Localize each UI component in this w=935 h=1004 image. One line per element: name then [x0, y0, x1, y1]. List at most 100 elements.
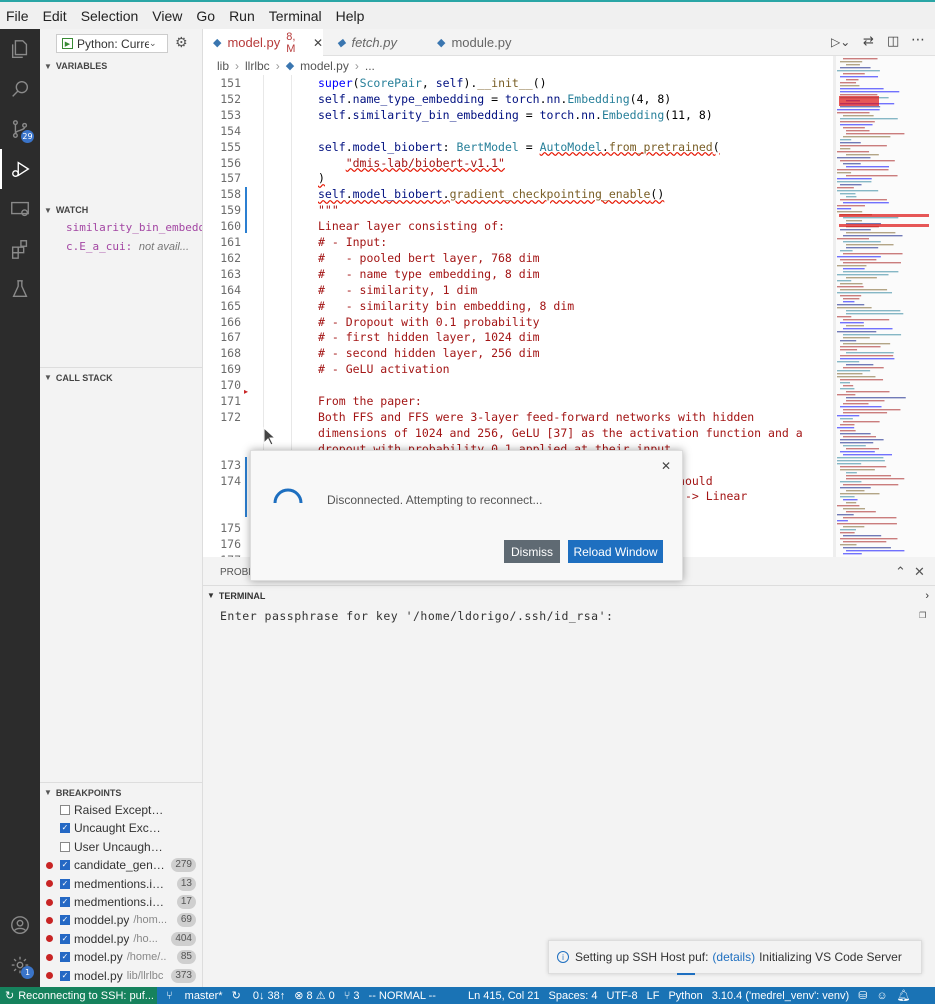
- watch-expression[interactable]: c.E_a_cui: not avail...: [66, 240, 202, 253]
- chevron-right-icon[interactable]: ›: [925, 590, 929, 602]
- menu-run[interactable]: Run: [229, 8, 255, 24]
- settings-gear-icon[interactable]: 1: [0, 945, 40, 985]
- code-line[interactable]: ): [318, 171, 325, 185]
- breakpoint-item[interactable]: ✓ candidate_gene... 279: [40, 856, 203, 874]
- menu-terminal[interactable]: Terminal: [269, 8, 322, 24]
- details-link[interactable]: (details): [712, 950, 755, 964]
- watch-section-header[interactable]: ▼ WATCH: [40, 200, 203, 220]
- split-editor-icon[interactable]: ◫: [887, 34, 899, 49]
- eol[interactable]: LF: [647, 990, 660, 1002]
- terminal[interactable]: Enter passphrase for key '/home/ldorigo/…: [203, 605, 935, 987]
- account-icon[interactable]: [0, 905, 40, 945]
- breakpoints-section-header[interactable]: ▼ BREAKPOINTS: [40, 782, 203, 802]
- breadcrumb-item[interactable]: model.py: [300, 59, 349, 73]
- variables-section-header[interactable]: ▼ VARIABLES: [40, 56, 203, 76]
- breakpoint-checkbox[interactable]: [60, 841, 70, 852]
- breakpoint-checkbox[interactable]: ✓: [60, 933, 70, 944]
- watch-expression[interactable]: similarity_bin_embedd: [66, 221, 202, 234]
- breakpoint-item[interactable]: ✓ medmentions.ip... 17: [40, 893, 203, 911]
- debug-settings-gear-icon[interactable]: ⚙: [175, 35, 188, 51]
- search-icon[interactable]: [0, 69, 40, 109]
- more-actions-icon[interactable]: ⋯: [911, 32, 925, 48]
- breakpoint-item[interactable]: ✓ model.py lib/llrlbc 373: [40, 967, 203, 985]
- indentation[interactable]: Spaces: 4: [549, 990, 598, 1002]
- breakpoint-item[interactable]: ✓ moddel.py/hom... 69: [40, 911, 203, 929]
- cursor-position[interactable]: Ln 415, Col 21: [468, 990, 540, 1002]
- menu-help[interactable]: Help: [336, 8, 365, 24]
- copy-icon[interactable]: ❐: [919, 607, 926, 621]
- remote-indicator[interactable]: ↻ Reconnecting to SSH: puf...: [0, 987, 157, 1004]
- breakpoint-item[interactable]: ✓ model.py/home/... 85: [40, 948, 203, 966]
- code-line[interactable]: # - similarity, 1 dim: [318, 283, 477, 297]
- code-line[interactable]: self.similarity_bin_embedding = torch.nn…: [318, 108, 713, 122]
- source-control-icon[interactable]: 29: [0, 109, 40, 149]
- breakpoint-checkbox[interactable]: ✓: [60, 878, 70, 889]
- explorer-icon[interactable]: [0, 29, 40, 69]
- language-mode[interactable]: Python: [668, 990, 702, 1002]
- code-line[interactable]: dimensions of 1024 and 256, GeLU [37] as…: [318, 426, 803, 440]
- breadcrumb-item[interactable]: lib: [217, 59, 229, 73]
- testing-icon[interactable]: [0, 269, 40, 309]
- code-line[interactable]: "dmis-lab/biobert-v1.1": [318, 156, 505, 170]
- live-share-icon[interactable]: ⛁: [858, 989, 867, 1002]
- terminal-section-header[interactable]: ▼ TERMINAL ›: [203, 585, 935, 605]
- code-line[interactable]: # - similarity bin embedding, 8 dim: [318, 299, 574, 313]
- menu-view[interactable]: View: [152, 8, 182, 24]
- code-line[interactable]: super(ScorePair, self).__init__(): [318, 76, 547, 90]
- callstack-section-header[interactable]: ▼ CALL STACK: [40, 367, 203, 387]
- reload-window-button[interactable]: Reload Window: [568, 540, 663, 563]
- menu-go[interactable]: Go: [196, 8, 215, 24]
- git-branch[interactable]: ⑂ master*: [166, 990, 223, 1002]
- breakpoint-checkbox[interactable]: ✓: [60, 915, 70, 926]
- code-line[interactable]: # - first hidden layer, 1024 dim: [318, 330, 540, 344]
- run-python-file-icon[interactable]: ▷⌄: [831, 35, 850, 49]
- tab-model-py[interactable]: ◆ model.py 8, M ✕: [203, 29, 323, 56]
- breakpoint-item[interactable]: User Uncaught Exce...: [40, 838, 203, 856]
- ports-count[interactable]: ⑂ 3: [344, 990, 360, 1002]
- debug-config-select[interactable]: ▶ Python: Curre ⌄: [56, 34, 168, 53]
- code-line[interactable]: # - name type embedding, 8 dim: [318, 267, 540, 281]
- compare-changes-icon[interactable]: ⇄: [863, 34, 874, 49]
- tab-fetch-py[interactable]: ◆ fetch.py: [327, 29, 427, 56]
- breakpoint-item[interactable]: Raised Exceptions: [40, 801, 203, 819]
- feedback-icon[interactable]: ☺: [876, 990, 887, 1002]
- menu-selection[interactable]: Selection: [81, 8, 139, 24]
- code-line[interactable]: self.model_biobert: BertModel = AutoMode…: [318, 140, 720, 154]
- breakpoint-item[interactable]: ✓ medmentions.ip... 13: [40, 875, 203, 893]
- python-interpreter[interactable]: 3.10.4 ('medrel_venv': venv): [712, 990, 850, 1002]
- tab-module-py[interactable]: ◆ module.py: [427, 29, 537, 56]
- close-icon[interactable]: ✕: [313, 36, 323, 50]
- breakpoint-checkbox[interactable]: ✓: [60, 897, 70, 907]
- git-sync[interactable]: ↻ 0↓ 38↑: [232, 989, 286, 1002]
- code-line[interactable]: """: [318, 203, 339, 217]
- code-line[interactable]: # - Input:: [318, 235, 387, 249]
- maximize-panel-icon[interactable]: ⌃: [895, 564, 906, 580]
- breakpoint-checkbox[interactable]: ✓: [60, 860, 70, 871]
- breakpoint-item[interactable]: ✓ moddel.py/ho... 404: [40, 930, 203, 948]
- code-line[interactable]: From the paper:: [318, 394, 422, 408]
- extensions-icon[interactable]: [0, 229, 40, 269]
- dismiss-button[interactable]: Dismiss: [504, 540, 560, 563]
- code-line[interactable]: # - Dropout with 0.1 probability: [318, 315, 540, 329]
- breakpoint-checkbox[interactable]: ✓: [60, 970, 70, 981]
- code-line[interactable]: Both FFS and FFS were 3-layer feed-forwa…: [318, 410, 754, 424]
- start-debugging-icon[interactable]: ▶: [62, 38, 73, 49]
- breakpoint-checkbox[interactable]: ✓: [60, 823, 70, 834]
- code-line[interactable]: # - pooled bert layer, 768 dim: [318, 251, 540, 265]
- run-debug-icon[interactable]: [0, 149, 40, 189]
- minimap[interactable]: [833, 56, 935, 557]
- code-line[interactable]: self.model_biobert.gradient_checkpointin…: [318, 187, 664, 201]
- close-icon[interactable]: ✕: [661, 459, 671, 473]
- breakpoint-checkbox[interactable]: [60, 805, 70, 815]
- code-line[interactable]: self.name_type_embedding = torch.nn.Embe…: [318, 92, 671, 106]
- code-line[interactable]: Linear layer consisting of:: [318, 219, 505, 233]
- remote-explorer-icon[interactable]: [0, 189, 40, 229]
- notifications-icon[interactable]: 🔔︎: [897, 989, 911, 1002]
- code-line[interactable]: # - second hidden layer, 256 dim: [318, 346, 540, 360]
- menu-file[interactable]: File: [6, 8, 29, 24]
- menu-edit[interactable]: Edit: [43, 8, 67, 24]
- encoding[interactable]: UTF-8: [606, 990, 637, 1002]
- code-line[interactable]: # - GeLU activation: [318, 362, 450, 376]
- breadcrumb-item[interactable]: llrlbc: [245, 59, 270, 73]
- breadcrumb-item[interactable]: ...: [365, 59, 375, 73]
